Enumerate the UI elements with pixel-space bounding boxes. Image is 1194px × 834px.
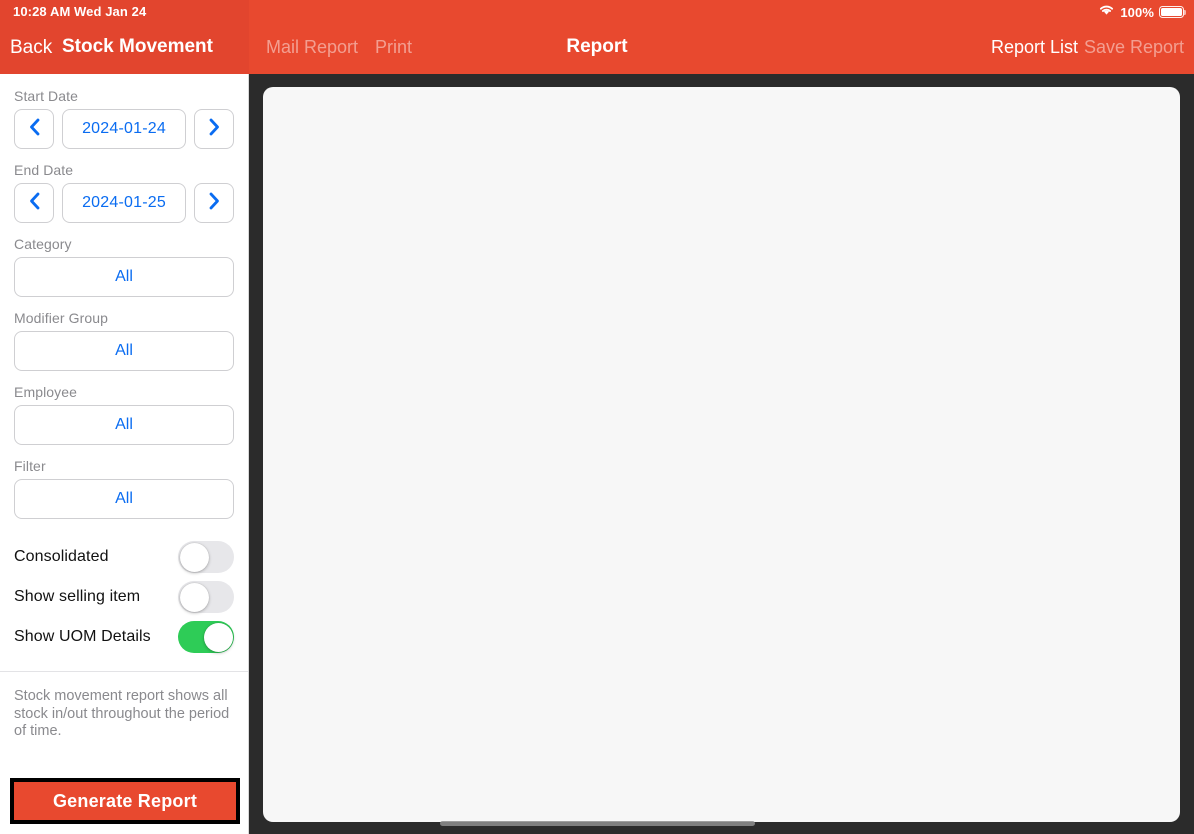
start-date-next-button[interactable] [194, 109, 234, 149]
generate-report-button[interactable]: Generate Report [10, 778, 240, 824]
modifier-group-label: Modifier Group [14, 310, 108, 326]
modifier-group-field: Modifier Group All [0, 310, 248, 371]
status-bar: 10:28 AM Wed Jan 24 100% [0, 0, 1194, 22]
battery-full-icon [1159, 6, 1186, 18]
category-label: Category [14, 236, 72, 252]
ipad-screen: 10:28 AM Wed Jan 24 100% Back Stock Move… [0, 0, 1194, 834]
report-area [249, 74, 1194, 834]
start-date-label: Start Date [14, 88, 79, 104]
top-bar: 10:28 AM Wed Jan 24 100% Back Stock Move… [0, 0, 1194, 74]
show-uom-details-label: Show UOM Details [14, 628, 151, 645]
end-date-value[interactable]: 2024-01-25 [62, 183, 186, 223]
chevron-right-icon [208, 118, 221, 141]
battery-percent-label: 100% [1120, 4, 1154, 20]
modifier-group-select[interactable]: All [14, 331, 234, 371]
start-date-prev-button[interactable] [14, 109, 54, 149]
generate-report-label: Generate Report [52, 790, 198, 811]
sidebar-divider [0, 671, 248, 672]
save-report-button[interactable]: Save Report [1084, 37, 1184, 58]
end-date-next-button[interactable] [194, 183, 234, 223]
employee-field: Employee All [0, 384, 248, 445]
consolidated-toggle-row: Consolidated [0, 537, 248, 577]
report-list-button[interactable]: Report List [991, 37, 1078, 58]
show-uom-details-toggle[interactable] [178, 621, 234, 653]
show-selling-item-toggle-row: Show selling item [0, 577, 248, 617]
show-uom-details-toggle-row: Show UOM Details [0, 617, 248, 657]
category-select[interactable]: All [14, 257, 234, 297]
help-text: Stock movement report shows all stock in… [14, 688, 230, 739]
start-date-stepper: 2024-01-24 [0, 109, 248, 149]
end-date-prev-button[interactable] [14, 183, 54, 223]
status-time: 10:28 AM [13, 4, 71, 19]
end-date-label: End Date [14, 162, 74, 178]
chevron-right-icon [208, 192, 221, 215]
navigation-bar: Back Stock Movement Mail Report Print Re… [0, 22, 1194, 74]
end-date-field: End Date 2024-01-25 [0, 162, 248, 223]
show-selling-item-toggle[interactable] [178, 581, 234, 613]
filter-sidebar: Start Date 2024-01-24 End Date 2024-01-2… [0, 74, 249, 834]
consolidated-toggle[interactable] [178, 541, 234, 573]
show-selling-item-label: Show selling item [14, 588, 141, 605]
start-date-field: Start Date 2024-01-24 [0, 88, 248, 149]
toggle-list: Consolidated Show selling item Show UOM … [0, 537, 248, 657]
report-canvas [263, 87, 1180, 822]
filter-select[interactable]: All [14, 479, 234, 519]
end-date-stepper: 2024-01-25 [0, 183, 248, 223]
wifi-icon [1098, 3, 1115, 21]
chevron-left-icon [28, 192, 41, 215]
start-date-value[interactable]: 2024-01-24 [62, 109, 186, 149]
filter-label: Filter [14, 458, 46, 474]
category-field: Category All [0, 236, 248, 297]
employee-label: Employee [14, 384, 78, 400]
status-date: Wed Jan 24 [74, 4, 147, 19]
status-bar-right-group: 100% [1098, 3, 1186, 21]
home-indicator[interactable] [440, 821, 755, 826]
chevron-left-icon [28, 118, 41, 141]
consolidated-label: Consolidated [14, 548, 109, 565]
employee-select[interactable]: All [14, 405, 234, 445]
filter-field: Filter All [0, 458, 248, 519]
